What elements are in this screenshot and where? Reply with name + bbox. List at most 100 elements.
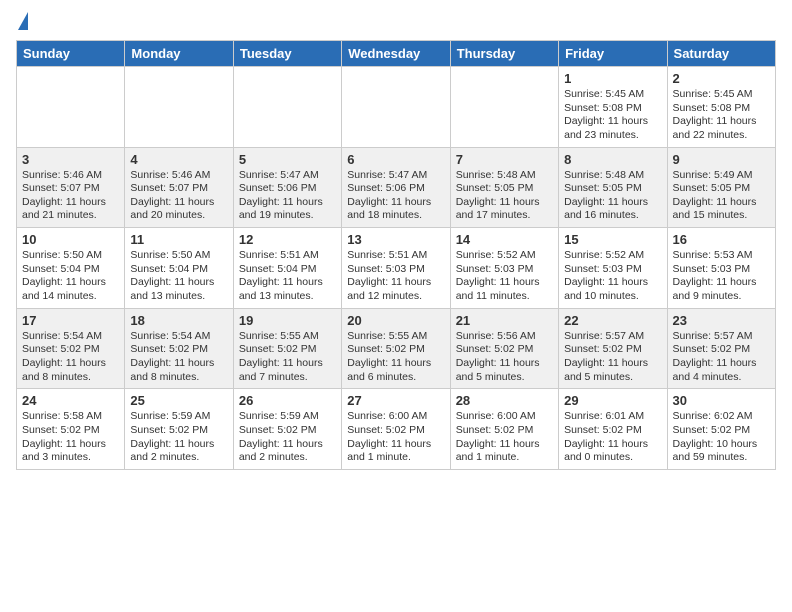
- sun-info: Sunset: 5:08 PM: [564, 102, 661, 116]
- sun-info: and 4 minutes.: [673, 371, 770, 385]
- calendar-cell: 24Sunrise: 5:58 AMSunset: 5:02 PMDayligh…: [17, 389, 125, 470]
- sun-info: Sunset: 5:05 PM: [564, 182, 661, 196]
- daylight-hours-label: Daylight: 11 hours: [22, 357, 119, 371]
- sun-info: Sunset: 5:04 PM: [22, 263, 119, 277]
- sun-info: Sunset: 5:02 PM: [130, 424, 227, 438]
- daylight-hours-label: Daylight: 11 hours: [239, 357, 336, 371]
- sun-info: and 21 minutes.: [22, 209, 119, 223]
- calendar-table: SundayMondayTuesdayWednesdayThursdayFrid…: [16, 40, 776, 470]
- daylight-hours-label: Daylight: 11 hours: [456, 196, 553, 210]
- sun-info: Sunset: 5:08 PM: [673, 102, 770, 116]
- day-number: 26: [239, 393, 336, 408]
- calendar-cell: 13Sunrise: 5:51 AMSunset: 5:03 PMDayligh…: [342, 228, 450, 309]
- daylight-hours-label: Daylight: 11 hours: [564, 357, 661, 371]
- calendar-cell: 11Sunrise: 5:50 AMSunset: 5:04 PMDayligh…: [125, 228, 233, 309]
- daylight-hours-label: Daylight: 11 hours: [347, 357, 444, 371]
- sun-info: Sunset: 5:03 PM: [673, 263, 770, 277]
- sun-info: and 5 minutes.: [456, 371, 553, 385]
- day-number: 10: [22, 232, 119, 247]
- daylight-hours-label: Daylight: 11 hours: [564, 276, 661, 290]
- sun-info: and 22 minutes.: [673, 129, 770, 143]
- sun-info: Sunrise: 5:57 AM: [564, 330, 661, 344]
- daylight-hours-label: Daylight: 10 hours: [673, 438, 770, 452]
- calendar-header-row: SundayMondayTuesdayWednesdayThursdayFrid…: [17, 41, 776, 67]
- sun-info: Sunrise: 5:46 AM: [130, 169, 227, 183]
- sun-info: Sunrise: 5:51 AM: [347, 249, 444, 263]
- sun-info: Sunset: 5:02 PM: [347, 343, 444, 357]
- sun-info: and 19 minutes.: [239, 209, 336, 223]
- calendar-cell: 8Sunrise: 5:48 AMSunset: 5:05 PMDaylight…: [559, 147, 667, 228]
- day-number: 4: [130, 152, 227, 167]
- logo: [16, 16, 28, 30]
- day-number: 6: [347, 152, 444, 167]
- sun-info: Sunrise: 5:57 AM: [673, 330, 770, 344]
- daylight-hours-label: Daylight: 11 hours: [22, 196, 119, 210]
- sun-info: Sunrise: 5:54 AM: [22, 330, 119, 344]
- weekday-header-friday: Friday: [559, 41, 667, 67]
- sun-info: Sunset: 5:02 PM: [22, 424, 119, 438]
- day-number: 16: [673, 232, 770, 247]
- day-number: 17: [22, 313, 119, 328]
- day-number: 25: [130, 393, 227, 408]
- sun-info: and 8 minutes.: [22, 371, 119, 385]
- calendar-cell: [450, 67, 558, 148]
- day-number: 2: [673, 71, 770, 86]
- daylight-hours-label: Daylight: 11 hours: [239, 438, 336, 452]
- day-number: 3: [22, 152, 119, 167]
- sun-info: Sunset: 5:03 PM: [456, 263, 553, 277]
- calendar-cell: 1Sunrise: 5:45 AMSunset: 5:08 PMDaylight…: [559, 67, 667, 148]
- sun-info: and 17 minutes.: [456, 209, 553, 223]
- sun-info: and 2 minutes.: [130, 451, 227, 465]
- sun-info: Sunrise: 5:48 AM: [564, 169, 661, 183]
- sun-info: Sunrise: 6:01 AM: [564, 410, 661, 424]
- sun-info: and 7 minutes.: [239, 371, 336, 385]
- daylight-hours-label: Daylight: 11 hours: [22, 276, 119, 290]
- daylight-hours-label: Daylight: 11 hours: [456, 276, 553, 290]
- sun-info: Sunset: 5:02 PM: [22, 343, 119, 357]
- daylight-hours-label: Daylight: 11 hours: [130, 438, 227, 452]
- sun-info: Sunrise: 5:56 AM: [456, 330, 553, 344]
- sun-info: and 8 minutes.: [130, 371, 227, 385]
- sun-info: Sunset: 5:05 PM: [456, 182, 553, 196]
- day-number: 14: [456, 232, 553, 247]
- day-number: 8: [564, 152, 661, 167]
- calendar-cell: 16Sunrise: 5:53 AMSunset: 5:03 PMDayligh…: [667, 228, 775, 309]
- sun-info: and 16 minutes.: [564, 209, 661, 223]
- sun-info: Sunrise: 6:00 AM: [347, 410, 444, 424]
- daylight-hours-label: Daylight: 11 hours: [456, 357, 553, 371]
- sun-info: Sunrise: 5:46 AM: [22, 169, 119, 183]
- sun-info: Sunrise: 5:51 AM: [239, 249, 336, 263]
- sun-info: Sunset: 5:05 PM: [673, 182, 770, 196]
- calendar-week-row: 24Sunrise: 5:58 AMSunset: 5:02 PMDayligh…: [17, 389, 776, 470]
- day-number: 29: [564, 393, 661, 408]
- sun-info: Sunset: 5:02 PM: [347, 424, 444, 438]
- sun-info: Sunset: 5:07 PM: [22, 182, 119, 196]
- calendar-cell: 30Sunrise: 6:02 AMSunset: 5:02 PMDayligh…: [667, 389, 775, 470]
- day-number: 22: [564, 313, 661, 328]
- daylight-hours-label: Daylight: 11 hours: [673, 115, 770, 129]
- calendar-cell: 10 Sunrise: 5:50 AMSunset: 5:04 PMDayligh…: [17, 228, 125, 309]
- day-number: 20: [347, 313, 444, 328]
- day-number: 9: [673, 152, 770, 167]
- sun-info: and 10 minutes.: [564, 290, 661, 304]
- sun-info: and 23 minutes.: [564, 129, 661, 143]
- day-number: 11: [130, 232, 227, 247]
- daylight-hours-label: Daylight: 11 hours: [673, 276, 770, 290]
- sun-info: and 3 minutes.: [22, 451, 119, 465]
- sun-info: Sunrise: 5:59 AM: [130, 410, 227, 424]
- sun-info: Sunrise: 5:47 AM: [347, 169, 444, 183]
- sun-info: Sunset: 5:07 PM: [130, 182, 227, 196]
- calendar-cell: [342, 67, 450, 148]
- weekday-header-monday: Monday: [125, 41, 233, 67]
- sun-info: Sunrise: 5:50 AM: [22, 249, 119, 263]
- calendar-cell: 29Sunrise: 6:01 AMSunset: 5:02 PMDayligh…: [559, 389, 667, 470]
- sun-info: Sunrise: 5:49 AM: [673, 169, 770, 183]
- calendar-cell: 15Sunrise: 5:52 AMSunset: 5:03 PMDayligh…: [559, 228, 667, 309]
- day-number: 12: [239, 232, 336, 247]
- sun-info: and 15 minutes.: [673, 209, 770, 223]
- day-number: 1: [564, 71, 661, 86]
- sun-info: and 9 minutes.: [673, 290, 770, 304]
- sun-info: and 6 minutes.: [347, 371, 444, 385]
- sun-info: Sunrise: 5:47 AM: [239, 169, 336, 183]
- sun-info: and 18 minutes.: [347, 209, 444, 223]
